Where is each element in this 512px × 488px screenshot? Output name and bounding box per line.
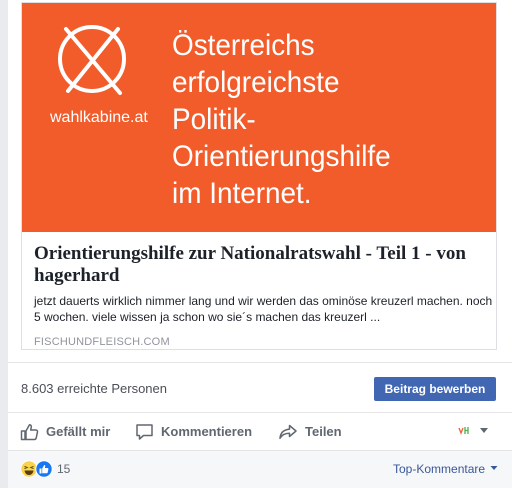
post-as-selector[interactable]	[457, 423, 489, 437]
comment-sort-label: Top-Kommentare	[393, 462, 486, 476]
page-avatar-icon	[458, 426, 472, 435]
headline-line: im Internet.	[172, 177, 312, 210]
reaction-count: 15	[57, 462, 71, 476]
logo-wordmark: wahlkabine.at	[50, 109, 148, 126]
comment-label: Kommentieren	[161, 424, 253, 439]
like-label: Gefällt mir	[46, 424, 111, 439]
reach-row: 8.603 erreichte Personen Beitrag bewerbe…	[8, 362, 512, 412]
share-label: Teilen	[305, 424, 342, 439]
action-bar: Gefällt mir Kommentieren Teilen	[8, 412, 512, 450]
post-card: wahlkabine.at Österreichs erfolgreichste…	[8, 0, 512, 488]
caret-down-icon	[480, 428, 488, 433]
link-preview[interactable]: wahlkabine.at Österreichs erfolgreichste…	[21, 2, 497, 350]
link-banner-image[interactable]: wahlkabine.at Österreichs erfolgreichste…	[22, 3, 496, 232]
link-domain: FISCHUNDFLEISCH.COM	[34, 336, 170, 348]
comment-button[interactable]: Kommentieren	[135, 413, 252, 450]
banner-headline: Österreichs erfolgreichste Politik-Orien…	[172, 27, 470, 212]
comments-footer: 15 Top-Kommentare	[8, 450, 512, 488]
like-button[interactable]: Gefällt mir	[20, 413, 110, 450]
caret-down-icon	[490, 466, 498, 470]
share-button[interactable]: Teilen	[278, 413, 342, 450]
share-arrow-icon	[279, 424, 297, 439]
link-title[interactable]: Orientierungshilfe zur Nationalratswahl …	[34, 243, 489, 287]
comment-sort-dropdown[interactable]: Top-Kommentare	[393, 462, 498, 476]
thumbs-up-icon	[20, 423, 39, 440]
headline-line: Politik-Orientierungshilfe	[172, 103, 391, 173]
comment-bubble-icon	[136, 423, 153, 440]
reach-count[interactable]: 8.603 erreichte Personen	[21, 381, 167, 396]
reactions-summary[interactable]: 15	[20, 460, 70, 478]
promote-post-button[interactable]: Beitrag bewerben	[374, 377, 496, 401]
headline-line: Österreichs erfolgreichste	[172, 29, 340, 99]
link-description: jetzt dauerts wirklich nimmer lang und w…	[34, 294, 493, 324]
ballot-cross-logo-icon	[58, 25, 126, 95]
like-reaction-icon	[35, 460, 53, 478]
